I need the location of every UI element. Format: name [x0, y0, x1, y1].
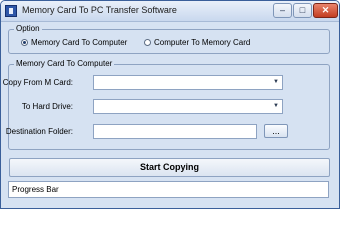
minimize-button[interactable]: – — [273, 3, 292, 18]
radio-memory-card-to-computer[interactable]: Memory Card To Computer — [21, 38, 127, 47]
start-copying-button[interactable]: Start Copying — [9, 158, 330, 177]
chevron-down-icon: ▼ — [273, 79, 279, 85]
progress-bar: Progress Bar — [8, 181, 329, 198]
radio-computer-to-memory-card[interactable]: Computer To Memory Card — [144, 38, 250, 47]
to-hard-drive-label: To Hard Drive: — [21, 102, 73, 111]
chevron-down-icon: ▼ — [273, 103, 279, 109]
copy-from-dropdown[interactable]: ▼ — [93, 75, 283, 90]
to-hard-drive-dropdown[interactable]: ▼ — [93, 99, 283, 114]
title-bar: Memory Card To PC Transfer Software – □ … — [1, 1, 339, 22]
maximize-button[interactable]: □ — [293, 3, 312, 18]
radio-label-memory-card-to-computer: Memory Card To Computer — [31, 38, 128, 47]
destination-folder-input[interactable] — [93, 124, 257, 139]
option-group-title: Option — [14, 24, 42, 33]
close-button[interactable]: ✕ — [313, 3, 338, 18]
destination-folder-label: Destination Folder: — [5, 127, 73, 136]
radio-selected-icon — [21, 39, 28, 46]
option-group: Option Memory Card To Computer Computer … — [8, 24, 330, 54]
progress-bar-text: Progress Bar — [12, 185, 59, 194]
radio-label-computer-to-memory-card: Computer To Memory Card — [154, 38, 251, 47]
transfer-group-title: Memory Card To Computer — [14, 59, 115, 68]
app-window: Memory Card To PC Transfer Software – □ … — [0, 0, 340, 209]
app-icon — [5, 5, 17, 17]
transfer-group: Memory Card To Computer Copy From M Card… — [3, 59, 330, 150]
window-title: Memory Card To PC Transfer Software — [22, 5, 177, 15]
browse-button[interactable]: ... — [264, 124, 288, 138]
radio-unselected-icon — [144, 39, 151, 46]
copy-from-label: Copy From M Card: — [2, 78, 73, 87]
